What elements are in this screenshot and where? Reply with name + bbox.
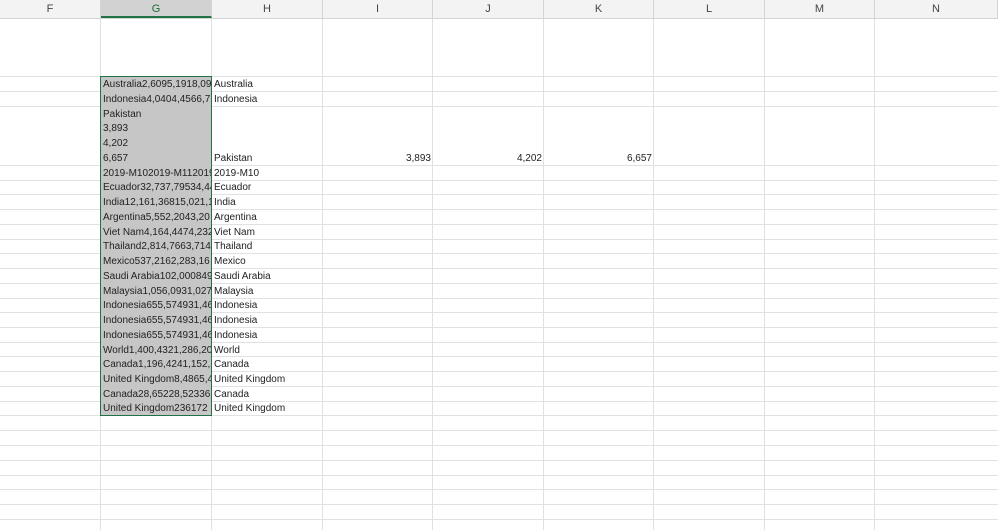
column-header-i[interactable]: I <box>323 0 433 18</box>
cell-h-row-6[interactable]: India <box>212 195 322 210</box>
cell-h-row-14[interactable]: Indonesia <box>212 313 322 328</box>
cell-g-row-13[interactable]: Indonesia655,574931,46 <box>101 298 212 313</box>
cell-g-multiline-2: 3,893 <box>101 121 212 136</box>
cell-g-row-15[interactable]: Indonesia655,574931,46 <box>101 328 212 343</box>
cell-g-multiline-4: 6,657 <box>101 151 212 166</box>
cell-h-row-17[interactable]: Canada <box>212 357 322 372</box>
cell-g-row-12[interactable]: Malaysia1,056,0931,027, <box>101 284 212 299</box>
cell-g-row-1[interactable]: Australia2,6095,1918,09 <box>101 77 212 92</box>
cell-g-multiline-1[interactable]: Pakistan <box>101 107 212 122</box>
cell-k-row-3[interactable]: 6,657 <box>544 151 654 166</box>
cell-h-row-15[interactable]: Indonesia <box>212 328 322 343</box>
column-header-f[interactable]: F <box>0 0 101 18</box>
column-header-m[interactable]: M <box>765 0 875 18</box>
cell-h-row-11[interactable]: Saudi Arabia <box>212 269 322 284</box>
cell-g-row-5[interactable]: Ecuador32,737,79534,44 <box>101 180 212 195</box>
cell-j-row-3[interactable]: 4,202 <box>433 151 544 166</box>
cell-h-row-13[interactable]: Indonesia <box>212 298 322 313</box>
cell-h-row-3[interactable]: Pakistan <box>212 151 322 166</box>
cell-g-row-18[interactable]: United Kingdom8,4865,4 <box>101 372 212 387</box>
cell-g-row-8[interactable]: Viet Nam4,164,4474,232 <box>101 225 212 240</box>
cell-g-row-11[interactable]: Saudi Arabia102,000849, <box>101 269 212 284</box>
column-header-bar: F G H I J K L M N <box>0 0 998 19</box>
cell-g-row-7[interactable]: Argentina5,552,2043,20 <box>101 210 212 225</box>
cell-g-row-2[interactable]: Indonesia4,0404,4566,7 <box>101 92 212 107</box>
cell-g-row-16[interactable]: World1,400,4321,286,20 <box>101 343 212 358</box>
spreadsheet-grid[interactable]: Australia2,6095,1918,09 Australia Indone… <box>0 19 998 530</box>
cell-h-row-18[interactable]: United Kingdom <box>212 372 322 387</box>
cell-g-row-6[interactable]: India12,161,36815,021,1 <box>101 195 212 210</box>
cell-h-row-16[interactable]: World <box>212 343 322 358</box>
cell-g-row-20[interactable]: United Kingdom236172 <box>101 401 212 416</box>
cell-h-row-20[interactable]: United Kingdom <box>212 401 322 416</box>
column-header-l[interactable]: L <box>654 0 765 18</box>
cell-i-row-3[interactable]: 3,893 <box>323 151 433 166</box>
column-header-g[interactable]: G <box>101 0 212 18</box>
cell-g-row-4[interactable]: 2019-M102019-M112019 <box>101 166 212 181</box>
cell-h-row-19[interactable]: Canada <box>212 387 322 402</box>
column-header-h[interactable]: H <box>212 0 323 18</box>
cell-g-multiline-3: 4,202 <box>101 136 212 151</box>
cell-g-row-10[interactable]: Mexico537,2162,283,16 <box>101 254 212 269</box>
cell-h-row-12[interactable]: Malaysia <box>212 284 322 299</box>
cell-h-row-1[interactable]: Australia <box>212 77 322 92</box>
cell-h-row-5[interactable]: Ecuador <box>212 180 322 195</box>
cell-h-row-2[interactable]: Indonesia <box>212 92 322 107</box>
column-header-k[interactable]: K <box>544 0 654 18</box>
cell-h-row-10[interactable]: Mexico <box>212 254 322 269</box>
column-header-n[interactable]: N <box>875 0 998 18</box>
cell-g-row-14[interactable]: Indonesia655,574931,46 <box>101 313 212 328</box>
column-header-j[interactable]: J <box>433 0 544 18</box>
cell-h-row-7[interactable]: Argentina <box>212 210 322 225</box>
cell-g-row-19[interactable]: Canada28,65228,52336,0 <box>101 387 212 402</box>
cell-h-row-4[interactable]: 2019-M10 <box>212 166 322 181</box>
cell-h-row-9[interactable]: Thailand <box>212 239 322 254</box>
cell-h-row-8[interactable]: Viet Nam <box>212 225 322 240</box>
cell-g-row-17[interactable]: Canada1,196,4241,152,2 <box>101 357 212 372</box>
cell-g-row-9[interactable]: Thailand2,814,7663,714, <box>101 239 212 254</box>
